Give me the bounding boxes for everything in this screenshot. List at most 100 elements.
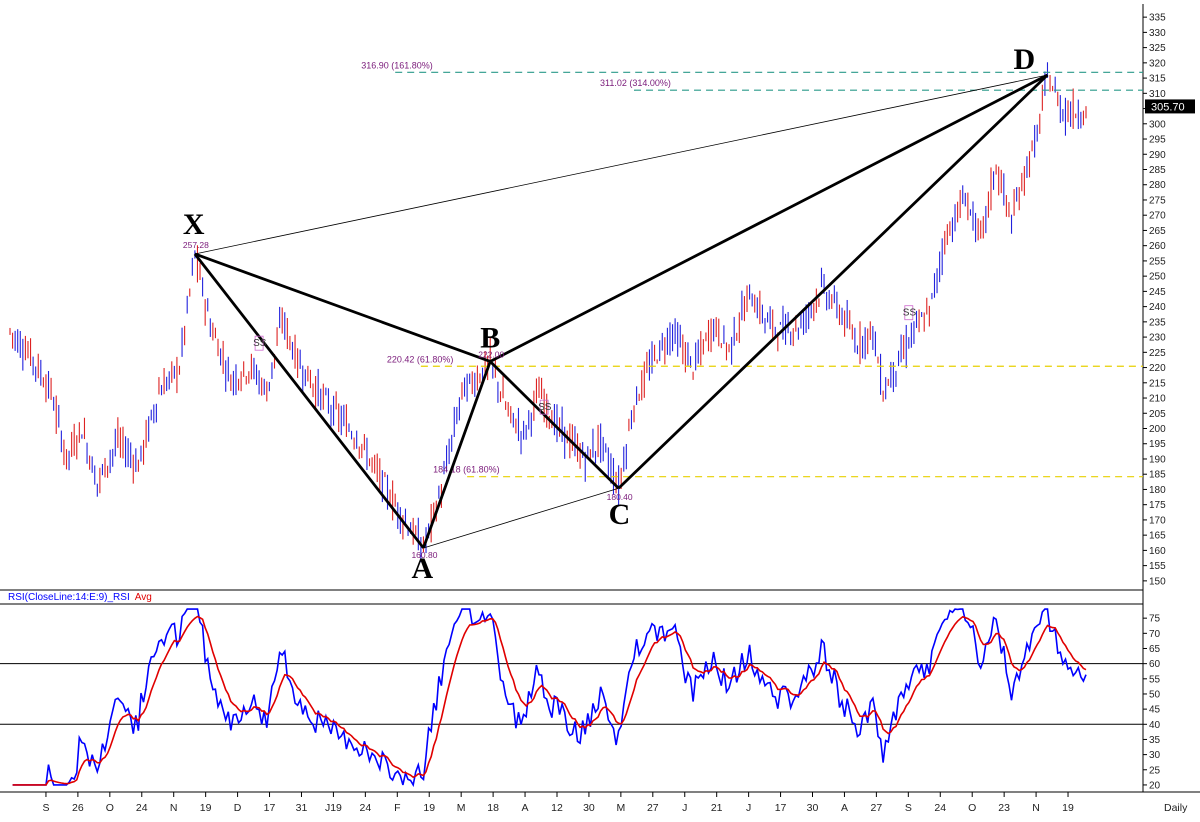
price-y-tick-label: 330 [1149,28,1166,39]
rsi-avg-line [12,615,1087,786]
last-price-label: 305.70 [1151,101,1185,113]
price-y-tick-label: 185 [1149,470,1166,481]
x-tick-label: 26 [72,802,84,814]
price-y-tick-label: 265 [1149,226,1166,237]
pattern-point-C: C [609,498,631,531]
rsi-panel: RSI(CloseLine:14:E:9)_RSI Avg 20 25 30 35 40 4… [0,592,1161,791]
signal-label: SS [253,338,267,349]
x-tick-label: O [106,802,114,814]
price-y-tick-label: 230 [1149,333,1166,344]
pattern-leg [617,74,1049,490]
rsi-y-tick-label: 75 [1149,614,1161,625]
price-y-tick-label: 275 [1149,195,1166,206]
pattern-leg [489,360,620,490]
rsi-y-tick-label: 45 [1149,705,1161,716]
rsi-legend-series: RSI(CloseLine:14:E:9)_RSI [8,592,130,603]
x-tick-label: 19 [200,802,212,814]
x-tick-label: J [682,802,687,814]
price-panel: 150 155 160 165 170 175 180 185 190 195 200 205 210 2… [0,4,1195,792]
price-y-tick-label: 205 [1149,409,1166,420]
price-y-tick-label: 160 [1149,546,1166,557]
price-y-tick-label: 150 [1149,576,1166,587]
rsi-legend-avg: Avg [135,592,152,603]
x-tick-label: 27 [647,802,659,814]
harmonic-pattern: X257.28A160.80B222.00C180.40D [183,43,1049,585]
x-tick-label: J [746,802,751,814]
pattern-leg [194,252,491,363]
price-y-tick-label: 250 [1149,272,1166,283]
x-tick-label: 12 [551,802,563,814]
rsi-y-tick-label: 40 [1149,720,1161,731]
x-tick-label: M [457,802,466,814]
x-tick-label: S [42,802,49,814]
rsi-series-line [12,608,1087,788]
rsi-y-tick-label: 50 [1149,689,1161,700]
rsi-legend: RSI(CloseLine:14:E:9)_RSI Avg [8,592,152,603]
pattern-point-value: 222.00 [478,349,504,359]
price-y-tick-label: 320 [1149,58,1166,69]
rsi-y-tick-label: 35 [1149,735,1161,746]
price-y-tick-label: 215 [1149,378,1166,389]
pattern-point-X: X [183,208,205,241]
x-tick-label: 18 [487,802,499,814]
rsi-y-tick-label: 25 [1149,765,1161,776]
price-y-tick-label: 170 [1149,515,1166,526]
x-tick-label: 17 [775,802,787,814]
price-y-tick-label: 165 [1149,531,1166,542]
price-y-tick-label: 270 [1149,211,1166,222]
fib-level-label: 311.02 (314.00%) [600,78,671,88]
rsi-y-tick-label: 65 [1149,644,1161,655]
price-y-tick-label: 290 [1149,150,1166,161]
harmonic-pattern-chart: 150 155 160 165 170 175 180 185 190 195 200 205 210 2… [0,4,1200,814]
x-tick-label: 24 [136,802,148,814]
x-tick-label: D [234,802,242,814]
fib-level-label: 184.18 (61.80%) [433,465,500,475]
pattern-point-D: D [1013,43,1035,76]
pattern-leg [422,360,492,549]
price-y-tick-label: 195 [1149,439,1166,450]
price-y-tick-label: 280 [1149,180,1166,191]
price-y-tick-label: 190 [1149,454,1166,465]
x-tick-label: 27 [871,802,883,814]
x-tick-label: 17 [264,802,276,814]
rsi-y-tick-label: 60 [1149,659,1161,670]
x-tick-label: A [841,802,848,814]
pattern-leg [489,73,1049,363]
x-tick-label: 19 [423,802,435,814]
fib-level-label: 316.90 (161.80%) [361,60,433,70]
x-tick-label: 31 [296,802,308,814]
x-tick-label: N [170,802,178,814]
price-y-tick-label: 220 [1149,363,1166,374]
x-tick-label: A [522,802,529,814]
rsi-y-tick-label: 20 [1149,780,1161,791]
pattern-point-value: 257.28 [183,240,209,250]
rsi-y-tick-label: 55 [1149,674,1161,685]
price-y-tick-label: 300 [1149,119,1166,130]
rsi-y-tick-label: 30 [1149,750,1161,761]
price-y-tick-label: 155 [1149,561,1166,572]
x-tick-label: 30 [807,802,819,814]
price-y-tick-label: 180 [1149,485,1166,496]
price-y-tick-label: 200 [1149,424,1166,435]
x-tick-label: 24 [934,802,946,814]
price-y-tick-label: 210 [1149,394,1166,405]
x-tick-label: O [968,802,976,814]
price-y-tick-label: 295 [1149,135,1166,146]
price-y-tick-label: 175 [1149,500,1166,511]
x-tick-label: N [1032,802,1040,814]
price-y-tick-label: 260 [1149,241,1166,252]
price-y-tick-label: 225 [1149,348,1166,359]
x-axis-unit: Daily [1164,802,1188,814]
price-y-tick-label: 335 [1149,13,1166,24]
pattern-connector [194,74,1048,255]
x-tick-label: 19 [1062,802,1074,814]
x-tick-label: 21 [711,802,723,814]
x-axis: Daily S 26 O 24 N 19 D 17 31 J19 24 F 19 M 18 A 12 30 M 27 J… [0,791,1200,814]
x-tick-label: J19 [325,802,342,814]
price-y-tick-label: 310 [1149,89,1166,100]
price-y-tick-label: 325 [1149,43,1166,54]
x-tick-label: 23 [998,802,1010,814]
x-tick-label: M [616,802,625,814]
price-y-tick-label: 255 [1149,256,1166,267]
price-y-tick-label: 315 [1149,74,1166,85]
